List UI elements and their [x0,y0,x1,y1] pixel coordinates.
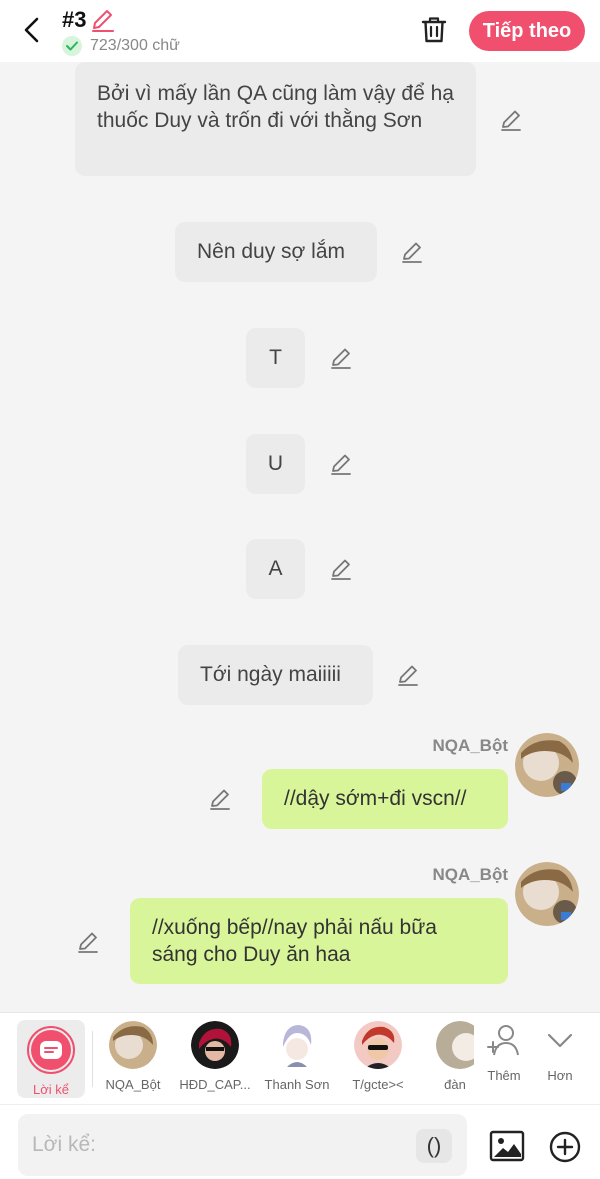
more-button[interactable]: Hơn [532,1023,588,1083]
edit-message-button[interactable] [498,107,524,133]
pencil-icon [331,348,351,369]
avatar [436,1021,474,1069]
sender-name: NQA_Bột [432,865,508,884]
avatar [191,1021,239,1069]
action-bracket-button[interactable]: () [416,1129,452,1163]
edit-message-button[interactable] [207,786,233,812]
message-text: A [268,557,283,580]
message-text: //xuống bếp//nay phải nấu bữa sáng cho D… [152,916,437,966]
character-name: Thanh Sơn [264,1077,330,1092]
image-button[interactable] [489,1128,525,1164]
message-text: U [267,452,284,475]
character-item[interactable]: đàn [418,1021,474,1092]
pencil-icon [398,665,418,686]
character-item[interactable]: T/gcte>< [338,1021,418,1092]
avatar[interactable] [515,733,579,797]
message-bubble[interactable]: //xuống bếp//nay phải nấu bữa sáng cho D… [130,898,508,984]
input-bar: () [0,1104,600,1179]
page-title: #3 [62,7,87,32]
chevron-down-icon [547,1033,573,1048]
character-bar: Lời kể NQA_Bột HĐD_CAP... Thanh Sơn T/gc… [0,1012,600,1104]
pencil-icon [402,242,422,263]
edit-message-button[interactable] [399,239,425,265]
add-user-icon [487,1025,519,1056]
delete-button[interactable] [416,12,452,48]
message-bubble[interactable]: //dậy sớm+đi vscn// [262,769,508,829]
character-name: đàn [444,1077,466,1092]
pencil-icon [92,10,115,32]
message-bubble[interactable]: Nên duy sợ lắm [175,222,377,282]
edit-message-button[interactable] [328,345,354,371]
trash-icon [421,17,447,43]
avatar [273,1021,321,1069]
message-text: //dậy sớm+đi vscn// [284,787,467,810]
narrator-label: Lời kể [33,1082,69,1097]
word-count: 723/300 chữ [90,37,180,54]
message-text: Nên duy sợ lắm [197,240,345,263]
avatar [354,1021,402,1069]
avatar[interactable] [515,862,579,926]
message-text: Bởi vì mấy lần QA cũng làm vậy để hạ thu… [97,82,454,132]
edit-message-button[interactable] [328,451,354,477]
edit-title-button[interactable] [90,7,116,33]
chevron-left-icon [24,17,39,43]
avatar [109,1021,157,1069]
pencil-icon [331,559,351,580]
character-item[interactable]: NQA_Bột [93,1021,173,1092]
message-bubble[interactable]: Bởi vì mấy lần QA cũng làm vậy để hạ thu… [75,62,476,176]
more-label: Hơn [547,1068,573,1083]
message-bubble[interactable]: A [246,539,305,599]
message-text: T [269,346,282,369]
narrator-button[interactable]: Lời kể [17,1020,85,1098]
edit-message-button[interactable] [395,662,421,688]
pencil-icon [501,110,521,131]
message-text: Tới ngày maiiiii [200,663,341,686]
pencil-icon [210,789,230,810]
back-button[interactable] [14,12,50,48]
next-button[interactable]: Tiếp theo [469,11,585,51]
edit-message-button[interactable] [328,556,354,582]
image-icon [489,1130,525,1162]
character-name: NQA_Bột [105,1077,161,1092]
sender-name: NQA_Bột [432,736,508,755]
message-input[interactable] [18,1114,467,1176]
check-icon [62,36,82,56]
add-character-button[interactable]: Thêm [476,1023,532,1083]
message-bubble[interactable]: T [246,328,305,388]
chat-area[interactable]: Bởi vì mấy lần QA cũng làm vậy để hạ thu… [0,62,600,1012]
edit-message-button[interactable] [75,929,101,955]
pencil-icon [331,454,351,475]
message-bubble[interactable]: U [246,434,305,494]
pencil-icon [78,932,98,953]
plus-circle-icon [549,1131,581,1163]
character-item[interactable]: HĐD_CAP... [175,1021,255,1092]
message-bubble[interactable]: Tới ngày maiiiii [178,645,373,705]
character-name: T/gcte>< [352,1077,404,1092]
header: #3 723/300 chữ Tiếp theo [0,0,600,62]
character-item[interactable]: Thanh Sơn [257,1021,337,1092]
title-block: #3 723/300 chữ [62,6,180,56]
add-button[interactable] [548,1130,582,1164]
character-name: HĐD_CAP... [179,1077,251,1092]
add-label: Thêm [487,1068,521,1083]
message-icon [31,1030,71,1070]
